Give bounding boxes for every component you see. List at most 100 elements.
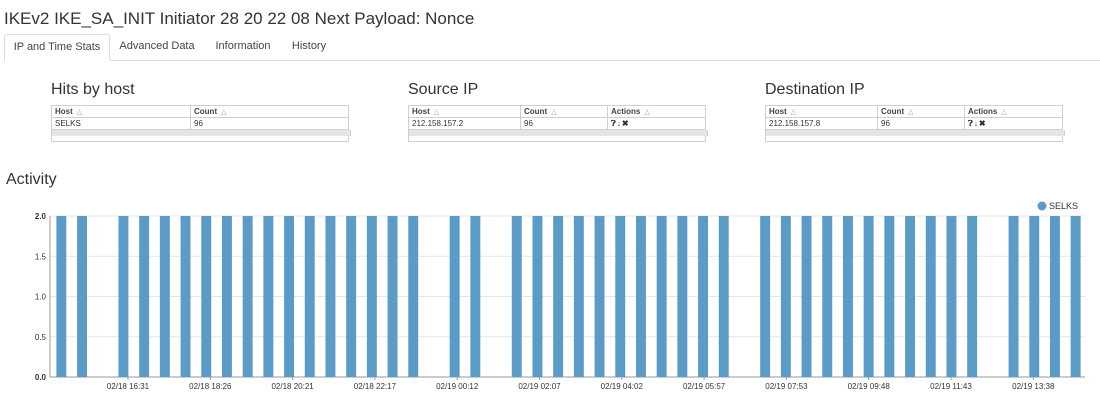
bar [346, 216, 357, 377]
bar [532, 216, 543, 377]
sort-icon[interactable]: △ [908, 109, 913, 116]
column-header-host[interactable]: Host △ [765, 105, 878, 118]
bar [1029, 216, 1040, 377]
close-icon[interactable]: ✖ [979, 119, 987, 128]
activity-chart: 0.0 0.5 1.0 1.5 2.0 02/18 16:31 02/18 18:26 02/… [35, 201, 1085, 391]
sort-icon[interactable]: △ [791, 109, 796, 116]
bar [718, 216, 729, 377]
tab-advanced-data[interactable]: Advanced Data [110, 34, 204, 59]
bar [822, 216, 833, 377]
x-tick-label: 02/19 04:02 [601, 382, 644, 391]
x-tick-label: 02/18 20:21 [271, 382, 314, 391]
bar [801, 216, 812, 377]
column-header-count[interactable]: Count △ [190, 105, 349, 118]
bar [221, 216, 232, 377]
bar [201, 216, 212, 377]
destination-ip-title: Destination IP [765, 81, 865, 98]
bar [511, 216, 522, 377]
bar [967, 216, 978, 377]
column-header-count[interactable]: Count △ [520, 105, 608, 118]
table-row: 212.158.157.8 96 ❓︎↓✖ [765, 117, 1063, 130]
table-row: 212.158.157.2 96 ❓︎↓✖ [408, 117, 706, 130]
source-ip-table: Host △ Count △ Actions △ 212.158.157.2 96 ❓… [408, 105, 706, 130]
sort-icon[interactable]: △ [434, 109, 439, 116]
bar [304, 216, 315, 377]
destination-ip-panel: Destination IP Host △ Count △ Actions △ 212… [765, 80, 1065, 142]
bar [925, 216, 936, 377]
bar [1049, 216, 1060, 377]
bar [56, 216, 67, 377]
bar [408, 216, 419, 377]
sort-icon[interactable]: △ [77, 109, 82, 116]
bar [325, 216, 336, 377]
source-ip-panel: Source IP Host △ Count △ Actions △ 212.158.… [408, 80, 708, 142]
bar [780, 216, 791, 377]
bar [946, 216, 957, 377]
bar [553, 216, 564, 377]
tab-ip-and-time-stats[interactable]: IP and Time Stats [4, 34, 110, 61]
x-tick-label: 02/19 00:12 [436, 382, 479, 391]
column-header-actions[interactable]: Actions △ [964, 105, 1063, 118]
host-cell: SELKS [51, 117, 191, 130]
close-icon[interactable]: ✖ [622, 119, 630, 128]
bar [1008, 216, 1019, 377]
y-tick-label: 1.0 [35, 293, 47, 302]
x-tick-label: 02/18 22:17 [354, 382, 397, 391]
bar [387, 216, 398, 377]
sort-icon[interactable]: △ [221, 109, 226, 116]
destination-ip-table: Host △ Count △ Actions △ 212.158.157.8 96 ❓… [765, 105, 1063, 130]
table-footer [765, 136, 1063, 142]
sort-icon[interactable]: △ [1001, 109, 1006, 116]
hits-by-host-table: Host △ Count △ SELKS 96 [51, 105, 349, 130]
actions-cell: ❓︎↓✖ [607, 117, 706, 130]
x-tick-label: 02/19 13:38 [1012, 382, 1055, 391]
bar [470, 216, 481, 377]
ip-cell: 212.158.157.2 [408, 117, 521, 130]
page-title: IKEv2 IKE_SA_INIT Initiator 28 20 22 08 … [4, 9, 475, 28]
bar [366, 216, 377, 377]
tab-information[interactable]: Information [206, 34, 280, 59]
bar [656, 216, 667, 377]
bar [159, 216, 170, 377]
count-cell: 96 [190, 117, 349, 130]
column-header-count[interactable]: Count △ [877, 105, 965, 118]
legend-dot-icon [1037, 201, 1047, 211]
legend-label: SELKS [1049, 201, 1078, 211]
bar [1070, 216, 1081, 377]
bar [242, 216, 253, 377]
bar [139, 216, 150, 377]
x-tick-label: 02/19 09:48 [848, 382, 891, 391]
tab-history[interactable]: History [284, 34, 334, 59]
bar [698, 216, 709, 377]
source-ip-title: Source IP [408, 81, 479, 98]
table-footer [408, 136, 706, 142]
x-tick-label: 02/19 11:43 [930, 382, 972, 391]
hits-by-host-panel: Hits by host Host △ Count △ SELKS 96 [51, 80, 351, 142]
bar [573, 216, 584, 377]
actions-cell: ❓︎↓✖ [964, 117, 1063, 130]
table-row: SELKS 96 [51, 117, 349, 130]
y-tick-label: 1.5 [35, 252, 47, 261]
ip-cell: 212.158.157.8 [765, 117, 878, 130]
tab-bar: IP and Time Stats Advanced Data Informat… [4, 34, 1100, 61]
bar [760, 216, 771, 377]
bar [263, 216, 274, 377]
sort-icon[interactable]: △ [644, 109, 649, 116]
table-footer [51, 136, 349, 142]
column-header-actions[interactable]: Actions △ [607, 105, 706, 118]
bar [635, 216, 646, 377]
bar [180, 216, 191, 377]
hits-by-host-title: Hits by host [51, 81, 135, 98]
y-tick-label: 0.5 [35, 333, 47, 342]
sort-icon[interactable]: △ [551, 109, 556, 116]
column-header-host[interactable]: Host △ [51, 105, 191, 118]
column-header-host[interactable]: Host △ [408, 105, 521, 118]
count-cell: 96 [520, 117, 608, 130]
bar [118, 216, 129, 377]
count-cell: 96 [877, 117, 965, 130]
bar [449, 216, 460, 377]
bar [594, 216, 605, 377]
bar [905, 216, 916, 377]
x-tick-label: 02/18 16:31 [107, 382, 150, 391]
bar [615, 216, 626, 377]
